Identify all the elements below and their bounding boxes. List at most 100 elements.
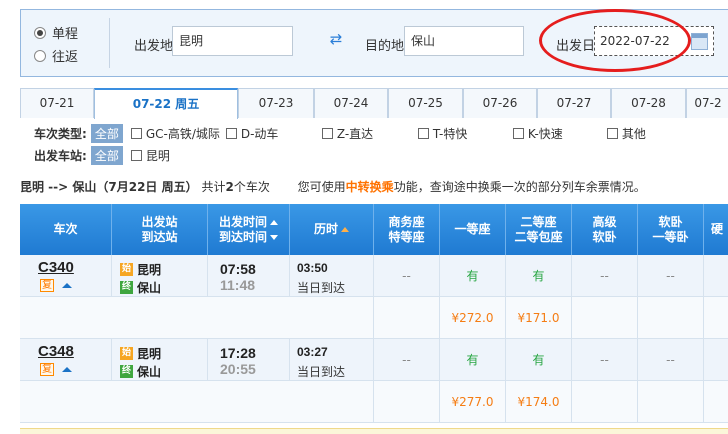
col-label: 二等座 <box>520 214 557 229</box>
checkbox-icon[interactable] <box>606 128 618 139</box>
seat-second[interactable]: 有 <box>506 339 572 380</box>
tab-date[interactable]: 07-27 <box>537 88 611 118</box>
trip-type-oneway[interactable]: 单程 <box>34 23 78 42</box>
seat-second[interactable]: 有 <box>506 255 572 296</box>
col-time[interactable]: 出发时间 到达时间 <box>208 204 290 255</box>
train-number-link[interactable]: C348 <box>38 343 74 360</box>
col-label: 软卧 <box>592 229 617 244</box>
tip-prefix: 您可使用 <box>297 180 346 194</box>
tab-date[interactable]: 07-25 <box>388 88 463 118</box>
trip-type-label: 往返 <box>52 50 79 65</box>
filter-label: Z-直达 <box>336 127 374 141</box>
tab-date[interactable]: 07-28 <box>611 88 686 118</box>
col-soft: 软卧 一等卧 <box>638 204 704 255</box>
price-soft <box>638 297 704 338</box>
checkbox-icon[interactable] <box>417 128 429 139</box>
to-label: 目的地 <box>365 39 405 54</box>
swap-arrows-icon[interactable]: ⇄ <box>327 31 345 47</box>
all-types-button[interactable]: 全部 <box>90 124 123 143</box>
col-label: 商务座 <box>388 214 425 229</box>
filter-label: T-特快 <box>432 127 468 141</box>
seat-first[interactable]: 有 <box>440 255 506 296</box>
seat-adv-soft: -- <box>572 255 638 296</box>
filter-k[interactable]: K-快速 <box>512 125 607 142</box>
time-cell <box>208 255 290 296</box>
filter-z[interactable]: Z-直达 <box>321 125 418 142</box>
train-number-link[interactable]: C340 <box>38 259 74 276</box>
filter-label: D-动车 <box>240 127 279 141</box>
col-station: 出发站 到达站 <box>112 204 208 255</box>
expand-stops-icon[interactable] <box>62 283 72 288</box>
filter-label: 车次类型: <box>34 127 87 141</box>
from-station-input[interactable]: 昆明 <box>172 26 293 56</box>
filter-station[interactable]: 昆明 <box>130 147 170 164</box>
seat-first[interactable]: 有 <box>440 339 506 380</box>
sort-up-icon[interactable] <box>341 227 349 232</box>
tab-date-active[interactable]: 07-22 周五 <box>94 88 238 119</box>
time-cell <box>208 339 290 380</box>
col-label: 到达时间 <box>218 229 267 244</box>
col-label: 软卧 <box>658 214 683 229</box>
col-label: 出发时间 <box>218 214 267 229</box>
seat-adv-soft: -- <box>572 339 638 380</box>
calendar-icon[interactable] <box>691 33 708 50</box>
col-label: 特等座 <box>388 229 425 244</box>
checkbox-icon[interactable] <box>321 128 333 139</box>
notice-bar <box>20 428 728 434</box>
checkbox-icon[interactable] <box>512 128 524 139</box>
price-business <box>374 297 440 338</box>
table-row: C340 复 始昆明 终保山 07:58 11:48 03:50 当日到达 --… <box>20 255 728 297</box>
price-spacer <box>20 381 374 422</box>
price-row: ¥277.0 ¥174.0 <box>20 381 728 423</box>
station-cell <box>112 255 208 296</box>
count-prefix: 共计 <box>201 180 226 194</box>
all-stations-button[interactable]: 全部 <box>90 146 123 165</box>
table-header: 车次 出发站 到达站 出发时间 到达时间 历时 商务座 特等座 一等座 二等座 二等包座… <box>20 204 728 255</box>
filter-other[interactable]: 其他 <box>606 125 646 142</box>
col-label: 二等包座 <box>514 229 563 244</box>
tab-date[interactable]: 07-26 <box>463 88 537 118</box>
price-second: ¥171.0 <box>506 297 572 338</box>
col-train: 车次 <box>20 204 112 255</box>
trip-type-label: 单程 <box>52 27 79 42</box>
sort-down-icon[interactable] <box>270 234 278 240</box>
col-first: 一等座 <box>440 204 506 255</box>
checkbox-icon[interactable] <box>130 128 142 139</box>
price-first: ¥277.0 <box>440 381 506 422</box>
radio-selected-icon[interactable] <box>34 26 46 39</box>
col-label: 一等座 <box>454 222 491 236</box>
filter-gc[interactable]: GC-高铁/城际 <box>130 125 226 142</box>
price-business <box>374 381 440 422</box>
col-label: 历时 <box>313 222 338 236</box>
col-duration[interactable]: 历时 <box>290 204 374 255</box>
tab-date[interactable]: 07-2 <box>686 88 728 118</box>
col-label: 硬 <box>710 222 723 236</box>
tab-date[interactable]: 07-21 <box>20 88 94 118</box>
filter-label: K-快速 <box>527 127 563 141</box>
radio-unselected-icon[interactable] <box>34 49 46 62</box>
checkbox-icon[interactable] <box>130 150 142 161</box>
tab-date[interactable]: 07-24 <box>314 88 388 118</box>
tab-date[interactable]: 07-23 <box>238 88 314 118</box>
filter-d[interactable]: D-动车 <box>225 125 322 142</box>
transfer-link[interactable]: 中转换乘 <box>346 180 394 194</box>
sort-up-icon[interactable] <box>270 219 278 225</box>
col-adv-soft: 高级 软卧 <box>572 204 638 255</box>
expand-stops-icon[interactable] <box>62 367 72 372</box>
to-station-input[interactable]: 保山 <box>404 26 524 56</box>
col-label: 车次 <box>53 222 78 236</box>
filter-label: 昆明 <box>145 149 170 163</box>
seat-soft: -- <box>638 255 704 296</box>
filter-label: GC-高铁/城际 <box>145 127 220 141</box>
divider <box>109 18 110 68</box>
filter-t[interactable]: T-特快 <box>417 125 513 142</box>
table-row: C348 复 始昆明 终保山 17:28 20:55 03:27 当日到达 --… <box>20 339 728 381</box>
price-adv-soft <box>572 381 638 422</box>
seat-business: -- <box>374 339 440 380</box>
price-spacer <box>20 297 374 338</box>
price-row: ¥272.0 ¥171.0 <box>20 297 728 339</box>
col-label: 一等卧 <box>652 229 689 244</box>
duration-cell <box>290 255 374 296</box>
trip-type-roundtrip[interactable]: 往返 <box>34 46 78 65</box>
checkbox-icon[interactable] <box>225 128 237 139</box>
